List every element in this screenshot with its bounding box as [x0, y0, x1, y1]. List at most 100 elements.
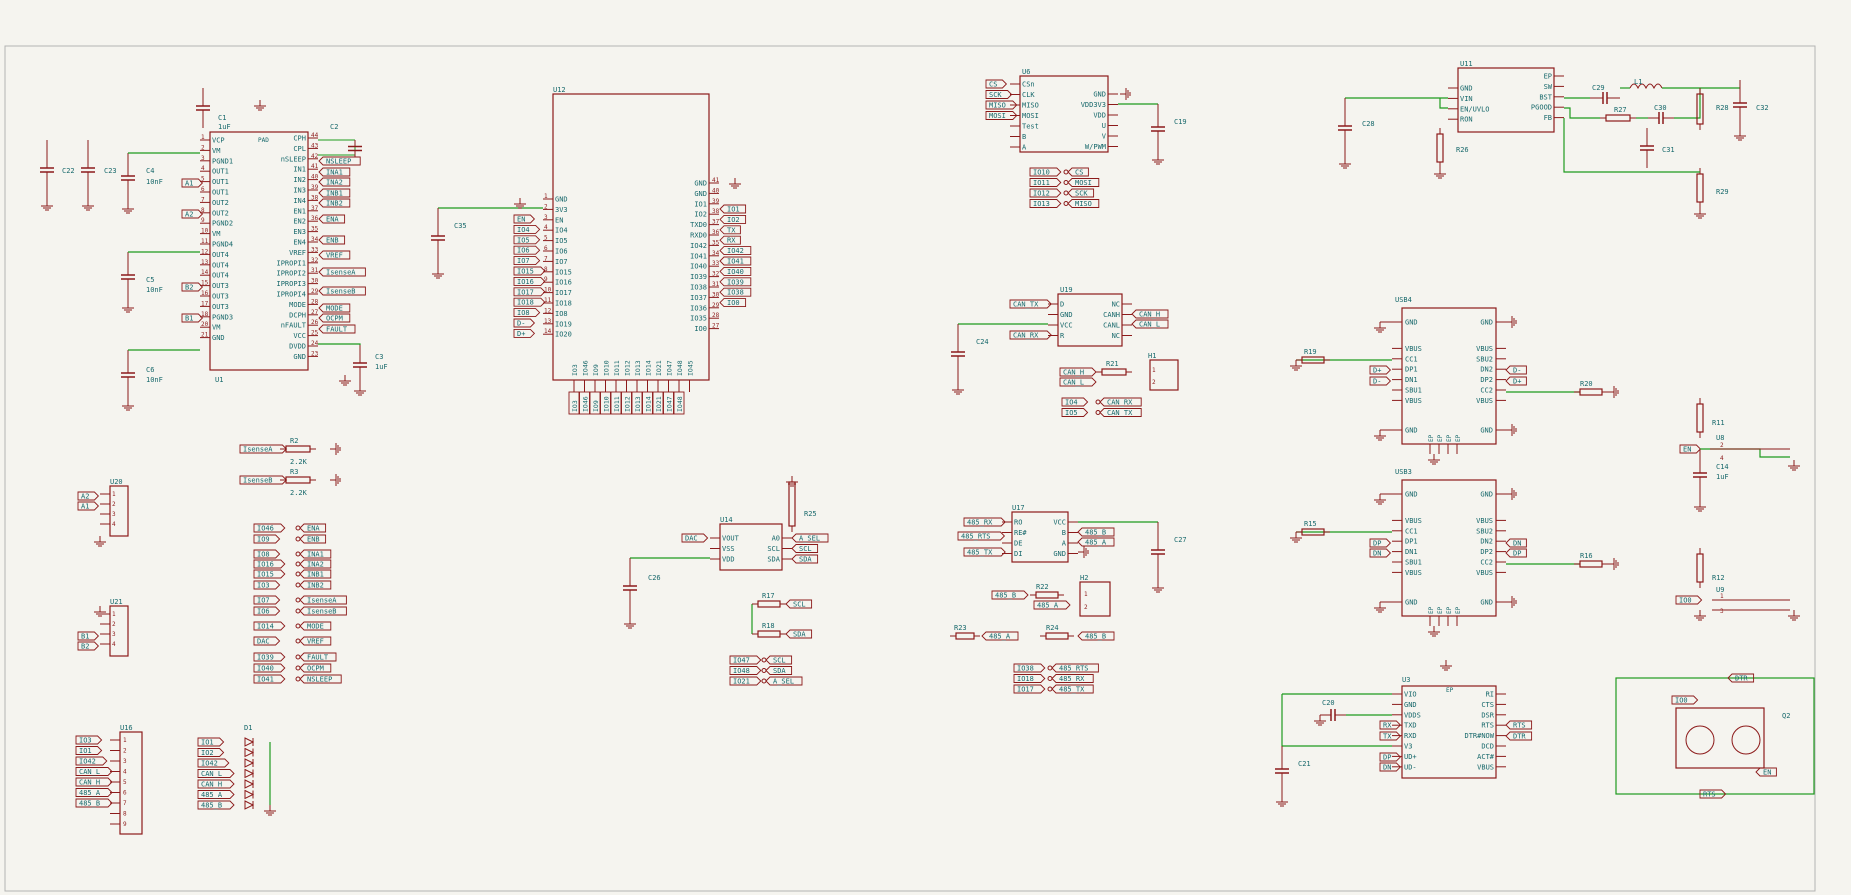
net-label-text: IO2 — [727, 216, 740, 224]
net-label-text: IO42 — [79, 758, 96, 766]
net-label-text: CAN_TX — [1107, 409, 1133, 417]
label-text: 2 — [1084, 604, 1088, 611]
label-text: 3 — [544, 214, 548, 221]
net-label-text: IO3 — [257, 582, 270, 590]
net-label-text: ENB — [326, 237, 339, 245]
net-label-text: IO8 — [257, 551, 270, 559]
net-label-text: IO9 — [257, 536, 270, 544]
u12-ref: U12 — [553, 86, 566, 94]
label-text: EP — [1428, 434, 1435, 442]
label-text: 37 — [712, 219, 720, 226]
net-label-text: IO41 — [727, 258, 744, 266]
label-text: 4 — [1720, 455, 1724, 462]
label-text: 1 — [123, 737, 127, 744]
label-text: EP — [1544, 73, 1552, 81]
label-text: OUT1 — [212, 168, 229, 176]
label-text: IO1 — [694, 200, 707, 208]
net-label-text: IO42 — [727, 247, 744, 255]
label-text: 2 — [1720, 442, 1724, 449]
label-text: R25 — [804, 510, 817, 518]
resistor — [757, 630, 781, 638]
net-label-text: CAN_H — [1139, 311, 1160, 319]
label-text: 4 — [123, 769, 127, 776]
net-label-text: CAN_L — [79, 768, 100, 776]
label-text: 13 — [201, 259, 209, 266]
label-text: 1uF — [1716, 473, 1729, 481]
label-text: GND — [1404, 701, 1417, 709]
label-text: 14 — [201, 269, 209, 276]
net-label-text: SDA — [773, 667, 786, 675]
label-text: EP — [1437, 606, 1444, 614]
label-text: U20 — [110, 478, 123, 486]
net-label-text: OCPM — [326, 315, 343, 323]
label-text: CANH — [1103, 311, 1120, 319]
label-text: C35 — [454, 222, 467, 230]
net-label-text: IO6 — [257, 608, 270, 616]
label-text: CC2 — [1480, 559, 1493, 567]
label-text: U21 — [110, 598, 123, 606]
net-label-text: DN — [1373, 550, 1381, 558]
label-text: Test — [1022, 123, 1039, 131]
label-text: U3 — [1402, 676, 1410, 684]
net-label-text: ENB — [307, 536, 320, 544]
label-text: SBU2 — [1476, 355, 1493, 363]
net-label-text: IO2 — [201, 749, 214, 757]
label-text: GND — [1405, 319, 1418, 327]
label-text: CPL — [293, 145, 306, 153]
label-text: 1 — [201, 134, 205, 141]
label-text: EN2 — [293, 218, 306, 226]
net-label-text: CAN_TX — [1013, 301, 1039, 309]
label-text: 35 — [311, 226, 319, 233]
net-label-text: CAN_RX — [1013, 332, 1039, 340]
label-text: DTR#NOW — [1464, 732, 1494, 740]
label-text: IO41 — [690, 252, 707, 260]
label-text: NC — [1112, 301, 1120, 309]
label-text: C14 — [1716, 463, 1729, 471]
label-text: C27 — [1174, 536, 1187, 544]
label-text: U — [1102, 122, 1106, 130]
label-text: IO35 — [690, 315, 707, 323]
diode — [244, 800, 255, 810]
label-text: 30 — [311, 278, 319, 285]
net-label-text: IO40 — [257, 665, 274, 673]
diode — [244, 768, 255, 779]
label-text: 5 — [123, 779, 127, 786]
label-text: 32 — [311, 257, 319, 264]
net-label-text: IO12 — [624, 396, 632, 412]
label-text: 31 — [712, 281, 720, 288]
net-label-text: IO38 — [1017, 665, 1034, 673]
label-text: 2 — [201, 144, 205, 151]
label-text: 3 — [112, 631, 116, 638]
label-text: TXD0 — [690, 221, 707, 229]
label-text: SDA — [767, 556, 780, 564]
net-label-text: IO46 — [582, 396, 590, 412]
label-text: EP — [1437, 434, 1444, 442]
label-text: UD+ — [1404, 753, 1417, 761]
wire — [1700, 448, 1790, 458]
label-text: A — [1022, 144, 1027, 152]
label-text: EP — [1455, 434, 1462, 442]
label-text: SCL — [767, 545, 780, 553]
label-text: D1 — [244, 724, 252, 732]
label-text: 37 — [311, 205, 319, 212]
label-text: 28 — [712, 312, 720, 319]
label-text: EP — [1455, 606, 1462, 614]
label-text: SBU1 — [1405, 387, 1422, 395]
net-label-text: IO21 — [733, 678, 750, 686]
label-text: RON — [1460, 116, 1473, 124]
label-text: 15 — [201, 280, 209, 287]
label-text: IPROPI4 — [276, 291, 306, 299]
label-text: IO38 — [690, 284, 707, 292]
net-label-text: IO12 — [1033, 190, 1050, 198]
pin-text: IO10 — [603, 360, 611, 376]
net-label-text: DAC — [257, 638, 270, 646]
schematic-canvas[interactable]: U1 PAD VCP 1 VM 2 PGND1 3 OUT1 4 OUT1 5 OUT1 6 OUT2 7 OU… — [0, 0, 1851, 895]
label-text: VDD — [1093, 112, 1106, 120]
net-label-text: IO0 — [1679, 597, 1692, 605]
label-text: CLK — [1022, 91, 1035, 99]
label-text: VDDS — [1404, 711, 1421, 719]
label-text: 11 — [201, 238, 209, 245]
label-text: NC — [1112, 332, 1120, 340]
net-label-text: IO41 — [257, 676, 274, 684]
label-text: 14 — [544, 328, 552, 335]
